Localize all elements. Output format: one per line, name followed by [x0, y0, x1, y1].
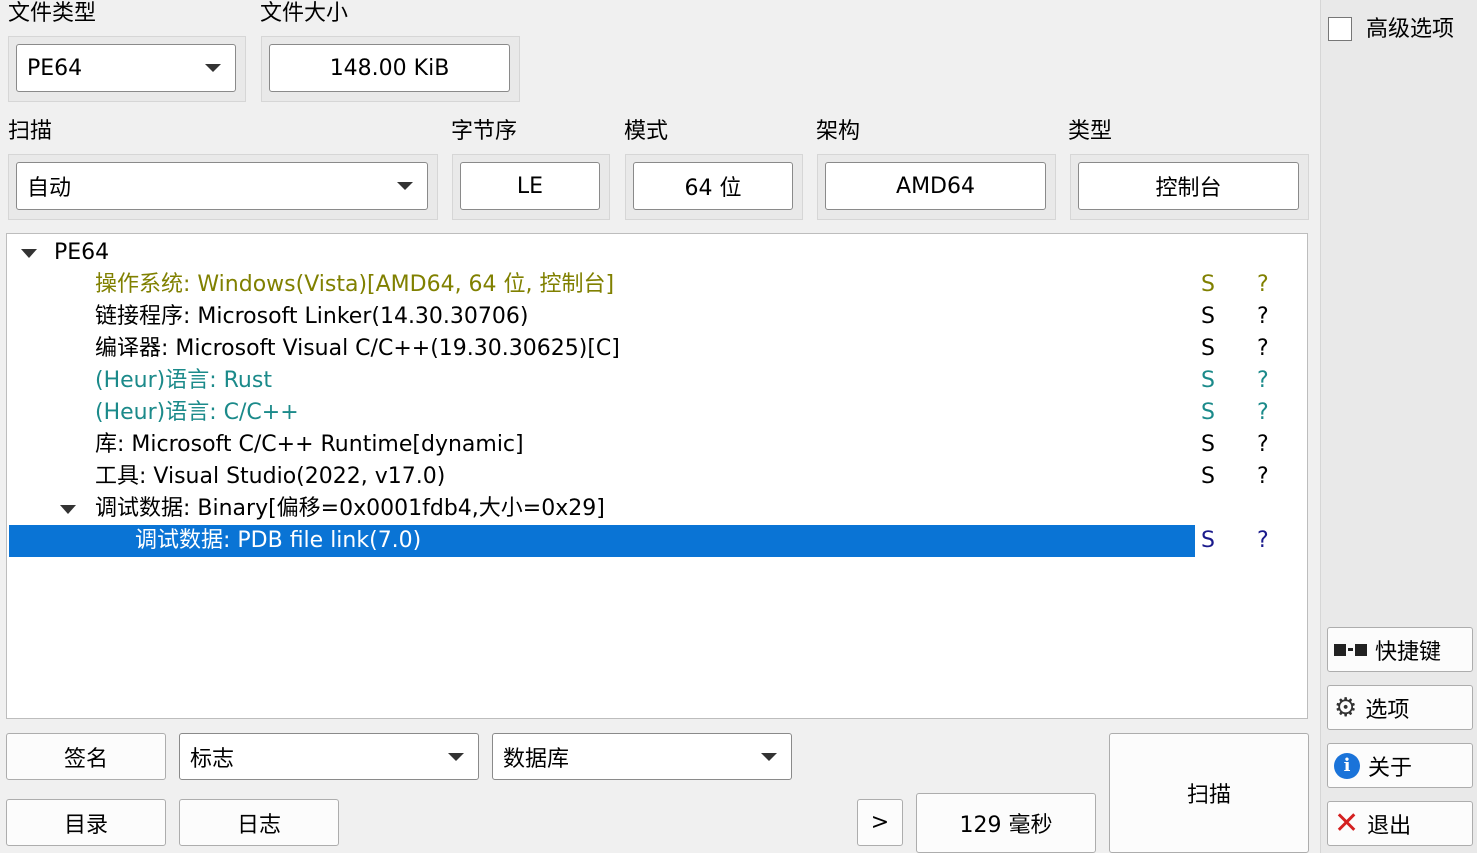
file-size-value: 148.00 KiB	[329, 55, 450, 81]
expand-arrow-icon[interactable]	[21, 249, 37, 258]
info-icon: i	[1334, 752, 1360, 779]
endianness-label: 字节序	[451, 119, 518, 144]
signature-column[interactable]: S	[1201, 525, 1215, 557]
tree-row-text: 库: Microsoft C/C++ Runtime[dynamic]	[95, 432, 524, 457]
chevron-down-icon	[448, 752, 464, 761]
tree-row-text: (Heur)语言: Rust	[95, 368, 272, 393]
endianness-value: LE	[516, 173, 544, 199]
signature-column[interactable]: S	[1201, 365, 1215, 397]
shortcuts-button[interactable]: 快捷键	[1327, 627, 1473, 672]
tree-row-text: 调试数据: PDB file link(7.0)	[135, 528, 422, 553]
architecture-value: AMD64	[896, 173, 975, 199]
tree-row[interactable]: 链接程序: Microsoft Linker(14.30.30706) S ?	[7, 301, 1307, 333]
endianness-field[interactable]: LE	[460, 162, 600, 210]
more-button[interactable]: >	[857, 799, 903, 846]
log-button[interactable]: 日志	[179, 799, 339, 846]
flags-value: 标志	[190, 746, 235, 772]
database-combo[interactable]: 数据库	[492, 733, 792, 780]
tree-row-text: 链接程序: Microsoft Linker(14.30.30706)	[95, 304, 529, 329]
info-column[interactable]: ?	[1257, 333, 1269, 365]
database-value: 数据库	[503, 746, 570, 772]
signature-column[interactable]: S	[1201, 397, 1215, 429]
tree-row[interactable]: (Heur)语言: Rust S ?	[7, 365, 1307, 397]
architecture-field[interactable]: AMD64	[825, 162, 1046, 210]
expand-arrow-icon[interactable]	[60, 505, 76, 514]
tree-row[interactable]: 操作系统: Windows(Vista)[AMD64, 64 位, 控制台] S…	[7, 269, 1307, 301]
tree-root-label: PE64	[54, 240, 110, 265]
scan-mode-value: 自动	[27, 176, 72, 201]
about-button[interactable]: i 关于	[1327, 743, 1473, 788]
close-icon: ✕	[1334, 805, 1360, 841]
info-column[interactable]: ?	[1257, 461, 1269, 493]
chevron-down-icon	[205, 64, 221, 72]
chevron-down-icon	[397, 182, 413, 190]
file-type-value: PE64	[27, 55, 83, 81]
info-column[interactable]: ?	[1257, 429, 1269, 461]
scan-mode-combo[interactable]: 自动	[16, 162, 428, 210]
gear-icon: ⚙	[1334, 692, 1358, 723]
exit-button[interactable]: ✕ 退出	[1327, 801, 1473, 846]
advanced-options-label: 高级选项	[1366, 17, 1455, 42]
tree-row-text: 操作系统: Windows(Vista)[AMD64, 64 位, 控制台]	[95, 272, 615, 297]
flags-combo[interactable]: 标志	[179, 733, 479, 780]
advanced-options-checkbox[interactable]	[1328, 17, 1352, 41]
file-size-field[interactable]: 148.00 KiB	[269, 44, 510, 92]
directory-button[interactable]: 目录	[6, 799, 166, 846]
file-type-label: 文件类型	[8, 1, 97, 26]
tree-row[interactable]: 库: Microsoft C/C++ Runtime[dynamic] S ?	[7, 429, 1307, 461]
scan-time-display[interactable]: 129 毫秒	[916, 793, 1096, 853]
scan-label: 扫描	[8, 119, 53, 144]
options-button[interactable]: ⚙ 选项	[1327, 685, 1473, 730]
tree-root-row[interactable]: PE64	[7, 237, 1307, 269]
results-tree[interactable]: PE64 操作系统: Windows(Vista)[AMD64, 64 位, 控…	[6, 233, 1308, 719]
tree-row[interactable]: 编译器: Microsoft Visual C/C++(19.30.30625)…	[7, 333, 1307, 365]
about-label: 关于	[1368, 755, 1413, 781]
tree-row-text: 调试数据: Binary[偏移=0x0001fdb4,大小=0x29]	[95, 496, 605, 521]
signature-column[interactable]: S	[1201, 301, 1215, 333]
info-column[interactable]: ?	[1257, 301, 1269, 333]
info-column[interactable]: ?	[1257, 525, 1269, 557]
info-column[interactable]: ?	[1257, 365, 1269, 397]
mode-value: 64 位	[684, 176, 742, 201]
tree-row-selected[interactable]: 调试数据: PDB file link(7.0) S ?	[7, 525, 1307, 557]
tree-row-text: 工具: Visual Studio(2022, v17.0)	[95, 464, 446, 489]
info-column[interactable]: ?	[1257, 397, 1269, 429]
exit-label: 退出	[1367, 813, 1412, 839]
architecture-label: 架构	[816, 119, 861, 144]
signature-column[interactable]: S	[1201, 269, 1215, 301]
keyboard-shortcut-icon	[1334, 643, 1367, 656]
signature-button[interactable]: 签名	[6, 733, 166, 780]
file-size-label: 文件大小	[260, 1, 349, 26]
chevron-down-icon	[761, 752, 777, 761]
type-label: 类型	[1068, 119, 1113, 144]
shortcuts-label: 快捷键	[1375, 639, 1442, 665]
options-label: 选项	[1365, 697, 1410, 723]
tree-debug-row[interactable]: 调试数据: Binary[偏移=0x0001fdb4,大小=0x29]	[7, 493, 1307, 525]
tree-row-text: (Heur)语言: C/C++	[95, 400, 299, 425]
type-value: 控制台	[1155, 176, 1222, 201]
tree-row[interactable]: (Heur)语言: C/C++ S ?	[7, 397, 1307, 429]
tree-row[interactable]: 工具: Visual Studio(2022, v17.0) S ?	[7, 461, 1307, 493]
type-field[interactable]: 控制台	[1078, 162, 1299, 210]
signature-column[interactable]: S	[1201, 333, 1215, 365]
scan-button[interactable]: 扫描	[1109, 733, 1309, 853]
signature-column[interactable]: S	[1201, 429, 1215, 461]
signature-column[interactable]: S	[1201, 461, 1215, 493]
file-type-combo[interactable]: PE64	[16, 44, 236, 92]
mode-field[interactable]: 64 位	[633, 162, 793, 210]
info-column[interactable]: ?	[1257, 269, 1269, 301]
tree-row-text: 编译器: Microsoft Visual C/C++(19.30.30625)…	[95, 336, 620, 361]
mode-label: 模式	[624, 119, 669, 144]
